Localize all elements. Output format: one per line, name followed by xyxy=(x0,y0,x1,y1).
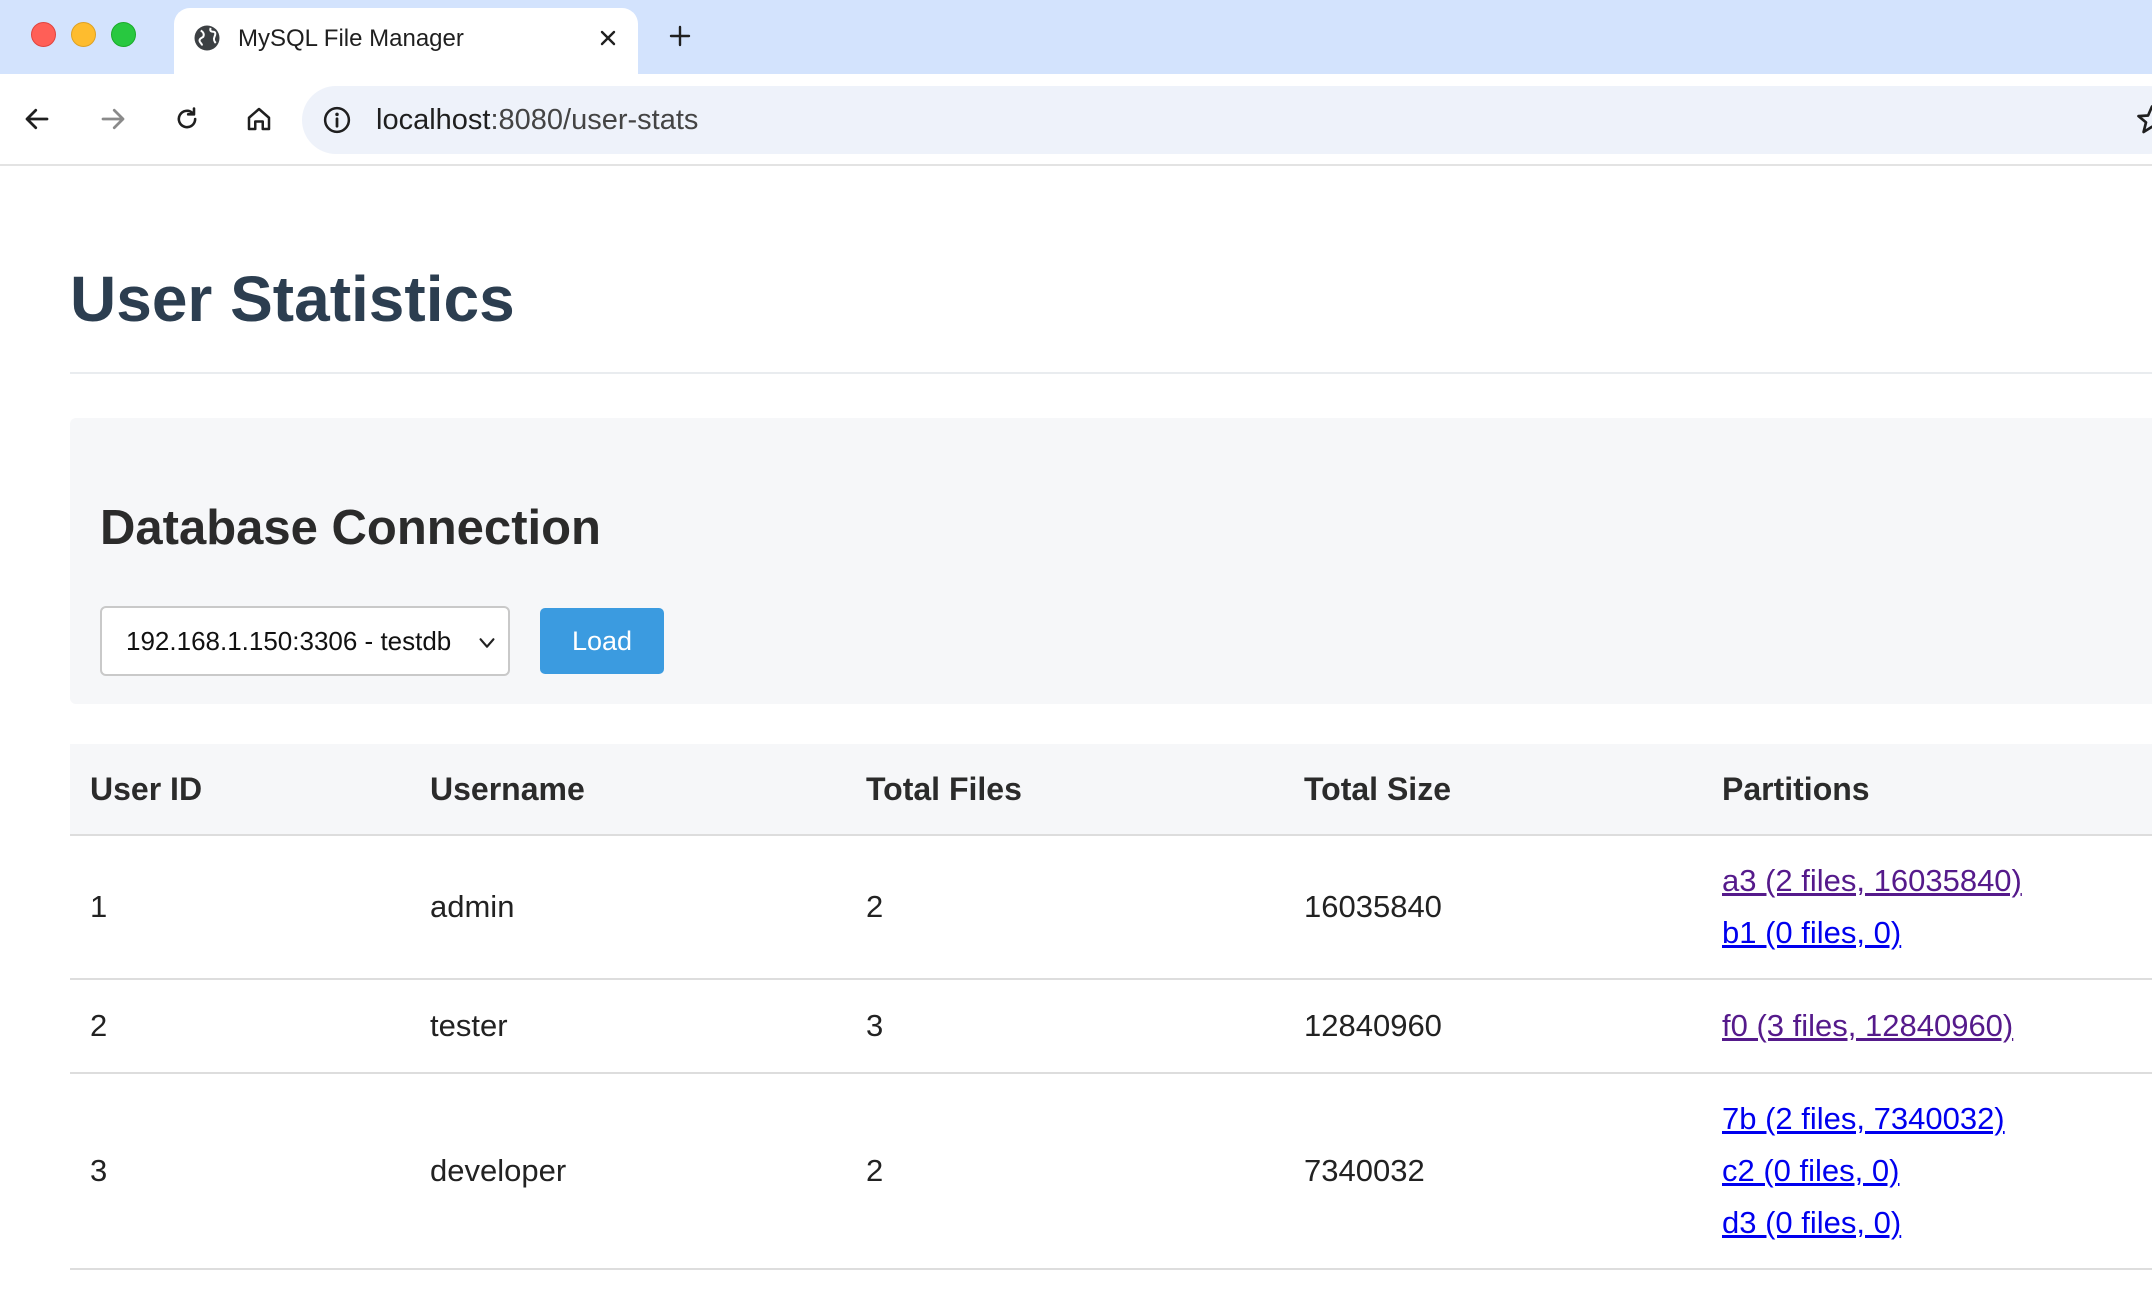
info-icon[interactable] xyxy=(322,105,352,135)
cell-total-files: 2 xyxy=(866,1153,884,1188)
reload-icon xyxy=(177,107,197,129)
browser-toolbar: localhost:8080/user-stats xyxy=(0,74,2152,166)
cell-partitions: 7b (2 files, 7340032) c2 (0 files, 0) d3… xyxy=(1722,1074,2005,1268)
window-close-button[interactable] xyxy=(31,22,56,47)
forward-button[interactable] xyxy=(90,96,136,142)
address-bar[interactable]: localhost:8080/user-stats xyxy=(302,86,2152,154)
table-header-row: User ID Username Total Files Total Size … xyxy=(70,744,2152,836)
cell-username: admin xyxy=(430,889,515,924)
cell-total-files: 3 xyxy=(866,1008,884,1043)
new-tab-button[interactable] xyxy=(660,16,700,56)
chevron-down-icon xyxy=(479,638,495,648)
globe-icon xyxy=(194,25,220,51)
window-zoom-button[interactable] xyxy=(111,22,136,47)
table-row: 3 developer 2 7340032 7b (2 files, 73400… xyxy=(70,1074,2152,1270)
home-button[interactable] xyxy=(236,96,282,142)
plus-icon xyxy=(669,25,691,47)
header-username: Username xyxy=(430,771,585,807)
cell-user-id: 2 xyxy=(90,1008,108,1043)
table-row: 1 admin 2 16035840 a3 (2 files, 16035840… xyxy=(70,836,2152,980)
table-row: 2 tester 3 12840960 f0 (3 files, 1284096… xyxy=(70,980,2152,1074)
tab-close-button[interactable] xyxy=(590,20,626,56)
load-button[interactable]: Load xyxy=(540,608,664,674)
browser-tab-strip: MySQL File Manager xyxy=(0,0,2152,74)
cell-user-id: 3 xyxy=(90,1153,108,1188)
connection-heading: Database Connection xyxy=(100,501,601,555)
database-select[interactable]: 192.168.1.150:3306 - testdb xyxy=(100,606,510,676)
bookmark-star-icon[interactable] xyxy=(2134,102,2152,138)
cell-user-id: 1 xyxy=(90,889,108,924)
window-minimize-button[interactable] xyxy=(71,22,96,47)
tab-title: MySQL File Manager xyxy=(238,25,464,52)
database-connection-panel: Database Connection 192.168.1.150:3306 -… xyxy=(70,418,2152,704)
header-partitions: Partitions xyxy=(1722,771,1870,807)
cell-partitions: a3 (2 files, 16035840) b1 (0 files, 0) xyxy=(1722,836,2022,978)
partition-link[interactable]: f0 (3 files, 12840960) xyxy=(1722,1000,2013,1052)
page-title: User Statistics xyxy=(70,263,515,335)
user-stats-table: User ID Username Total Files Total Size … xyxy=(70,744,2152,1270)
back-button[interactable] xyxy=(14,96,60,142)
cell-total-size: 16035840 xyxy=(1304,889,1442,924)
header-total-files: Total Files xyxy=(866,771,1022,807)
cell-total-size: 7340032 xyxy=(1304,1153,1425,1188)
arrow-left-icon xyxy=(25,108,49,130)
title-divider xyxy=(70,372,2152,374)
partition-link[interactable]: c2 (0 files, 0) xyxy=(1722,1145,1899,1197)
cell-total-files: 2 xyxy=(866,889,884,924)
partition-link[interactable]: b1 (0 files, 0) xyxy=(1722,907,1901,959)
header-user-id: User ID xyxy=(90,771,203,807)
cell-username: tester xyxy=(430,1008,508,1043)
partition-link[interactable]: a3 (2 files, 16035840) xyxy=(1722,855,2022,907)
url-text: localhost:8080/user-stats xyxy=(376,104,699,136)
partition-link[interactable]: d3 (0 files, 0) xyxy=(1722,1197,1901,1249)
arrow-right-icon xyxy=(101,108,125,130)
cell-partitions: f0 (3 files, 12840960) xyxy=(1722,980,2013,1072)
browser-tab-active[interactable]: MySQL File Manager xyxy=(174,8,638,74)
cell-username: developer xyxy=(430,1153,567,1188)
close-icon xyxy=(600,30,616,46)
header-total-size: Total Size xyxy=(1304,771,1451,807)
database-select-value: 192.168.1.150:3306 - testdb xyxy=(126,626,452,656)
home-icon xyxy=(247,107,271,131)
reload-button[interactable] xyxy=(164,96,210,142)
partition-link[interactable]: 7b (2 files, 7340032) xyxy=(1722,1093,2005,1145)
page-content: User Statistics Database Connection 192.… xyxy=(0,166,2152,1300)
cell-total-size: 12840960 xyxy=(1304,1008,1442,1043)
